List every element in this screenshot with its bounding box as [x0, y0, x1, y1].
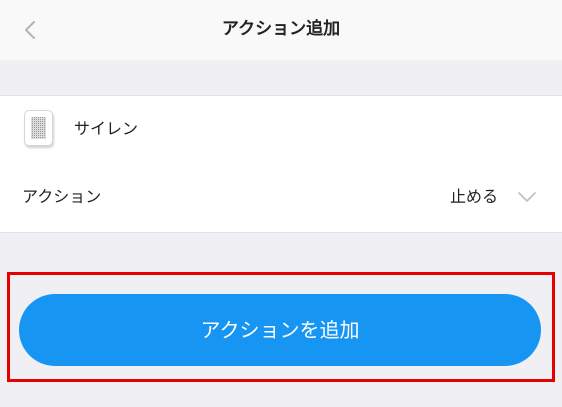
add-action-button[interactable]: アクションを追加: [19, 294, 541, 366]
device-row: サイレン: [0, 95, 562, 163]
device-name: サイレン: [74, 119, 139, 138]
chevron-down-icon: [518, 192, 536, 202]
action-select-row[interactable]: アクション 止める: [0, 162, 562, 233]
action-label: アクション: [22, 187, 102, 206]
action-value: 止める: [449, 187, 498, 206]
page-title: アクション追加: [221, 19, 341, 39]
siren-device-icon: [24, 110, 53, 146]
navigation-bar: アクション追加: [0, 0, 562, 60]
